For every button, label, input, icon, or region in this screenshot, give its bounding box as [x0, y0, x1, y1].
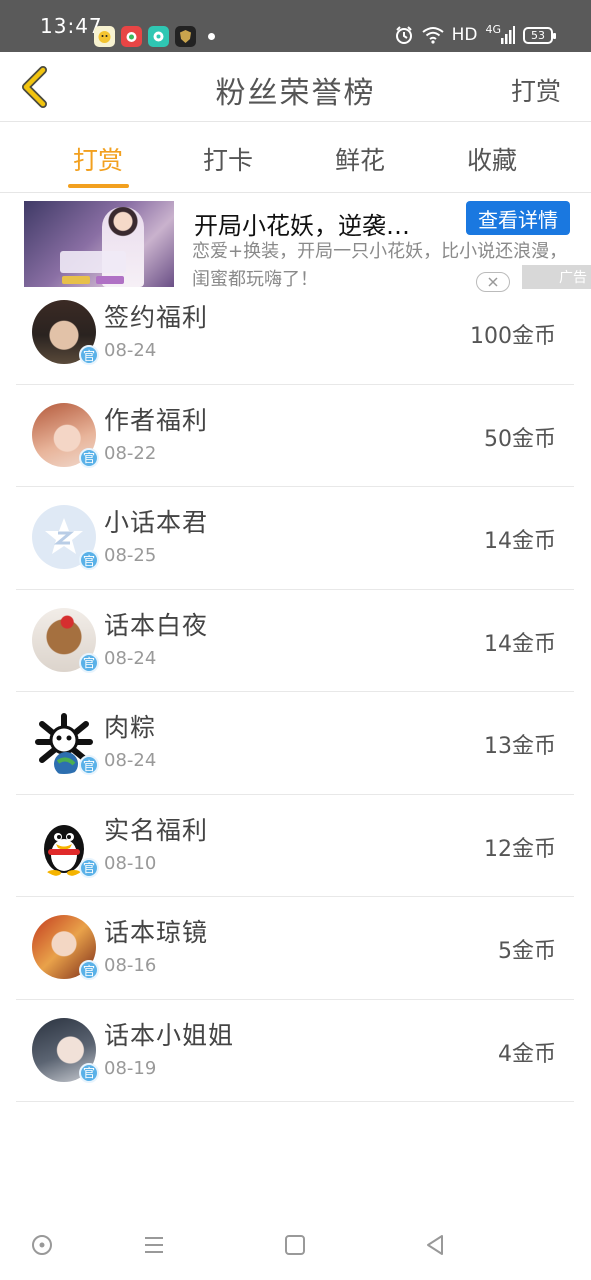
official-badge-icon: 官 — [79, 1062, 99, 1083]
list-item[interactable]: 官 实名福利 08-10 12金币 — [16, 795, 574, 897]
ad-character-image — [102, 207, 144, 287]
official-badge-icon: 官 — [79, 960, 99, 980]
fan-name: 签约福利 — [104, 303, 209, 332]
list-item[interactable]: 官 话本琼镜 08-16 5金币 — [16, 897, 574, 1000]
fan-date: 08-24 — [104, 340, 157, 361]
assistant-icon[interactable] — [30, 1233, 54, 1257]
fan-name: 小话本君 — [104, 508, 209, 537]
official-badge-icon: 官 — [79, 652, 99, 673]
tab-favorites[interactable]: 收藏 — [442, 141, 542, 177]
wifi-icon — [421, 27, 444, 44]
fan-name: 话本小姐姐 — [104, 1020, 235, 1050]
ad-dialog-box — [60, 251, 126, 273]
official-badge-icon: 官 — [79, 447, 99, 468]
status-bar: 13:47 HD 4G 53 — [0, 0, 591, 52]
fan-date: 08-25 — [104, 545, 157, 566]
signal-icon — [501, 26, 515, 44]
list-item[interactable]: 官 作者福利 08-22 50金币 — [16, 385, 574, 487]
ad-title[interactable]: 开局小花妖，逆袭… — [194, 206, 410, 241]
chick-app-icon — [94, 26, 115, 47]
battery-level: 53 — [531, 28, 545, 42]
reward-amount: 14金币 — [484, 529, 556, 554]
status-app-icons — [94, 26, 215, 47]
star-z-icon — [45, 518, 83, 554]
signal-type-label: 4G — [485, 22, 501, 36]
nav-bar: 粉丝荣誉榜 打赏 — [0, 52, 591, 122]
reward-amount: 5金币 — [498, 939, 556, 964]
tab-checkin[interactable]: 打卡 — [178, 141, 278, 177]
ad-details-button[interactable]: 查看详情 — [466, 201, 570, 235]
reward-amount: 13金币 — [484, 734, 556, 759]
tab-bar: 打赏 打卡 鲜花 收藏 — [0, 123, 591, 193]
fan-date: 08-22 — [104, 442, 157, 464]
fan-name: 作者福利 — [104, 405, 209, 435]
fan-name: 话本琼镜 — [104, 918, 209, 947]
system-nav-bar — [0, 1215, 591, 1275]
reward-amount: 14金币 — [484, 631, 556, 657]
ad-label: 广告 — [522, 265, 591, 289]
fan-date: 08-19 — [104, 1057, 157, 1079]
list-item[interactable]: 官 肉粽 08-24 13金币 — [16, 692, 574, 795]
menu-icon[interactable] — [142, 1233, 166, 1257]
battery-icon: 53 — [523, 26, 556, 44]
chat-app-icon — [148, 26, 169, 47]
list-item[interactable]: 官 签约福利 08-24 100金币 — [16, 282, 574, 385]
ad-thumbnail[interactable] — [24, 201, 174, 287]
close-icon — [488, 277, 498, 287]
official-badge-icon: 官 — [79, 755, 99, 775]
fan-list: 官 签约福利 08-24 100金币 官 作者福利 08-22 50金币 官 小… — [16, 282, 574, 1102]
tab-flowers[interactable]: 鲜花 — [310, 141, 410, 177]
list-item[interactable]: 官 小话本君 08-25 14金币 — [16, 487, 574, 590]
fan-name: 话本白夜 — [104, 610, 209, 640]
back-nav-icon[interactable] — [423, 1233, 447, 1257]
official-badge-icon: 官 — [79, 857, 99, 878]
reward-amount: 4金币 — [498, 1041, 556, 1067]
fan-date: 08-24 — [104, 750, 157, 771]
shield-app-icon — [175, 26, 196, 47]
reward-amount: 12金币 — [484, 836, 556, 862]
fan-name: 肉粽 — [104, 713, 157, 742]
fan-date: 08-10 — [104, 852, 157, 874]
status-indicators: HD 4G 53 — [394, 22, 556, 45]
home-icon[interactable] — [283, 1233, 307, 1257]
list-item[interactable]: 官 话本小姐姐 08-19 4金币 — [16, 1000, 574, 1102]
reward-amount: 50金币 — [484, 426, 556, 452]
active-tab-indicator — [68, 184, 129, 188]
fan-name: 实名福利 — [104, 815, 209, 845]
notification-dot-icon — [208, 33, 215, 40]
reward-amount: 100金币 — [470, 324, 556, 349]
page-title: 粉丝荣誉榜 — [215, 76, 376, 111]
tab-reward[interactable]: 打赏 — [48, 141, 148, 177]
ad-close-button[interactable] — [476, 272, 510, 292]
list-item[interactable]: 官 话本白夜 08-24 14金币 — [16, 590, 574, 692]
official-badge-icon: 官 — [79, 345, 99, 365]
red-app-icon — [121, 26, 142, 47]
ad-badge-text: 广告 — [559, 270, 587, 286]
reward-button[interactable]: 打赏 — [511, 72, 561, 108]
fan-date: 08-16 — [104, 955, 157, 976]
alarm-icon — [395, 26, 412, 44]
fan-date: 08-24 — [104, 647, 157, 669]
official-badge-icon: 官 — [79, 550, 99, 570]
network-type-label: HD — [451, 25, 478, 45]
